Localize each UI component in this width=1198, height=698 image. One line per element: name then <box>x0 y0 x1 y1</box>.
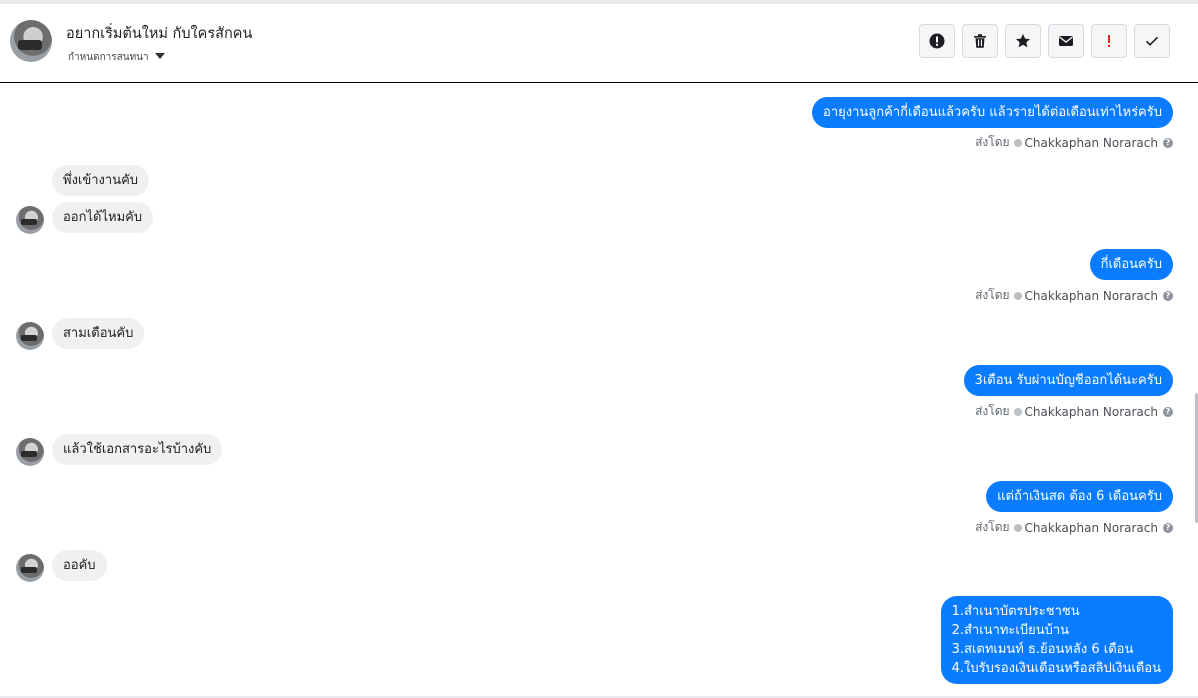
star-icon <box>1015 34 1031 48</box>
sent-by-label: ส่งโดย <box>975 135 1010 149</box>
outgoing-message-list: 1.สำเนาบัตรประชาชน 2.สำเนาทะเบียนบ้าน 3.… <box>940 596 1173 684</box>
message-thread[interactable]: อายุงานลูกค้ากี่เดือนแล้วครับ แล้วรายได้… <box>0 83 1198 698</box>
outgoing-message: อายุงานลูกค้ากี่เดือนแล้วครับ แล้วรายได้… <box>812 97 1173 128</box>
sent-by-meta: ส่งโดย Chakkaphan Norarach ? <box>975 518 1173 537</box>
contact-avatar-small[interactable] <box>16 438 44 466</box>
report-button[interactable] <box>919 24 955 58</box>
conversation-header: อยากเริ่มต้นใหม่ กับใครสักคน กำหนดการสนท… <box>0 4 1198 83</box>
conversation-title: อยากเริ่มต้นใหม่ กับใครสักคน <box>66 26 253 42</box>
sent-by-meta: ส่งโดย Chakkaphan Norarach ? <box>975 133 1173 152</box>
header-actions <box>919 24 1170 60</box>
conversation-label-dropdown[interactable]: กำหนดการสนทนา <box>68 50 165 65</box>
incoming-message: แล้วใช้เอกสารอะไรบ้างคับ <box>52 434 223 465</box>
contact-avatar-small[interactable] <box>16 554 44 582</box>
mark-unread-button[interactable] <box>1048 24 1084 58</box>
spam-button[interactable] <box>1091 24 1127 58</box>
sent-by-label: ส่งโดย <box>975 404 1010 418</box>
exclamation-icon <box>1108 35 1110 47</box>
sender-status-icon <box>1013 138 1022 147</box>
message-line: 4.ใบรับรองเงินเดือนหรือสลิปเงินเดือน <box>951 661 1161 676</box>
conversation-label-text: กำหนดการสนทนา <box>68 52 149 63</box>
sender-name[interactable]: Chakkaphan Norarach <box>1025 136 1158 150</box>
sender-status-icon <box>1013 291 1022 300</box>
sent-by-label: ส่งโดย <box>975 288 1010 302</box>
sender-name[interactable]: Chakkaphan Norarach <box>1025 521 1158 535</box>
done-button[interactable] <box>1134 24 1170 58</box>
outgoing-message: 3เดือน รับผ่านบัญชีออกได้นะครับ <box>963 365 1173 396</box>
sender-name[interactable]: Chakkaphan Norarach <box>1025 405 1158 419</box>
help-icon[interactable]: ? <box>1163 290 1173 301</box>
sent-by-label: ส่งโดย <box>975 520 1010 534</box>
incoming-message: พึ่งเข้างานคับ <box>52 165 150 196</box>
help-icon[interactable]: ? <box>1163 522 1173 533</box>
sender-status-icon <box>1013 523 1022 532</box>
help-icon[interactable]: ? <box>1163 406 1173 417</box>
sent-by-meta: ส่งโดย Chakkaphan Norarach ? <box>975 286 1173 305</box>
message-line: 1.สำเนาบัตรประชาชน <box>951 604 1080 619</box>
contact-avatar[interactable] <box>10 20 52 62</box>
incoming-message: ออกได้ไหมคับ <box>52 202 154 233</box>
envelope-icon <box>1059 36 1073 46</box>
delete-button[interactable] <box>962 24 998 58</box>
incoming-message: สามเดือนคับ <box>52 318 145 349</box>
report-icon <box>929 33 945 49</box>
contact-avatar-small[interactable] <box>16 322 44 350</box>
trash-icon <box>974 34 986 48</box>
outgoing-message: แต่ถ้าเงินสด ต้อง 6 เดือนครับ <box>986 481 1173 512</box>
sender-status-icon <box>1013 407 1022 416</box>
sent-by-meta: ส่งโดย Chakkaphan Norarach ? <box>975 402 1173 421</box>
sender-name[interactable]: Chakkaphan Norarach <box>1025 289 1158 303</box>
help-icon[interactable]: ? <box>1163 137 1173 148</box>
contact-avatar-small[interactable] <box>16 206 44 234</box>
outgoing-message: กี่เดือนครับ <box>1089 249 1173 280</box>
incoming-message: ออคับ <box>52 550 107 581</box>
caret-down-icon <box>154 53 165 59</box>
star-button[interactable] <box>1005 24 1041 58</box>
checkmark-icon <box>1145 36 1159 46</box>
message-line: 3.สเตทเมนท์ ธ.ย้อนหลัง 6 เดือน <box>951 642 1134 657</box>
message-line: 2.สำเนาทะเบียนบ้าน <box>951 623 1070 638</box>
